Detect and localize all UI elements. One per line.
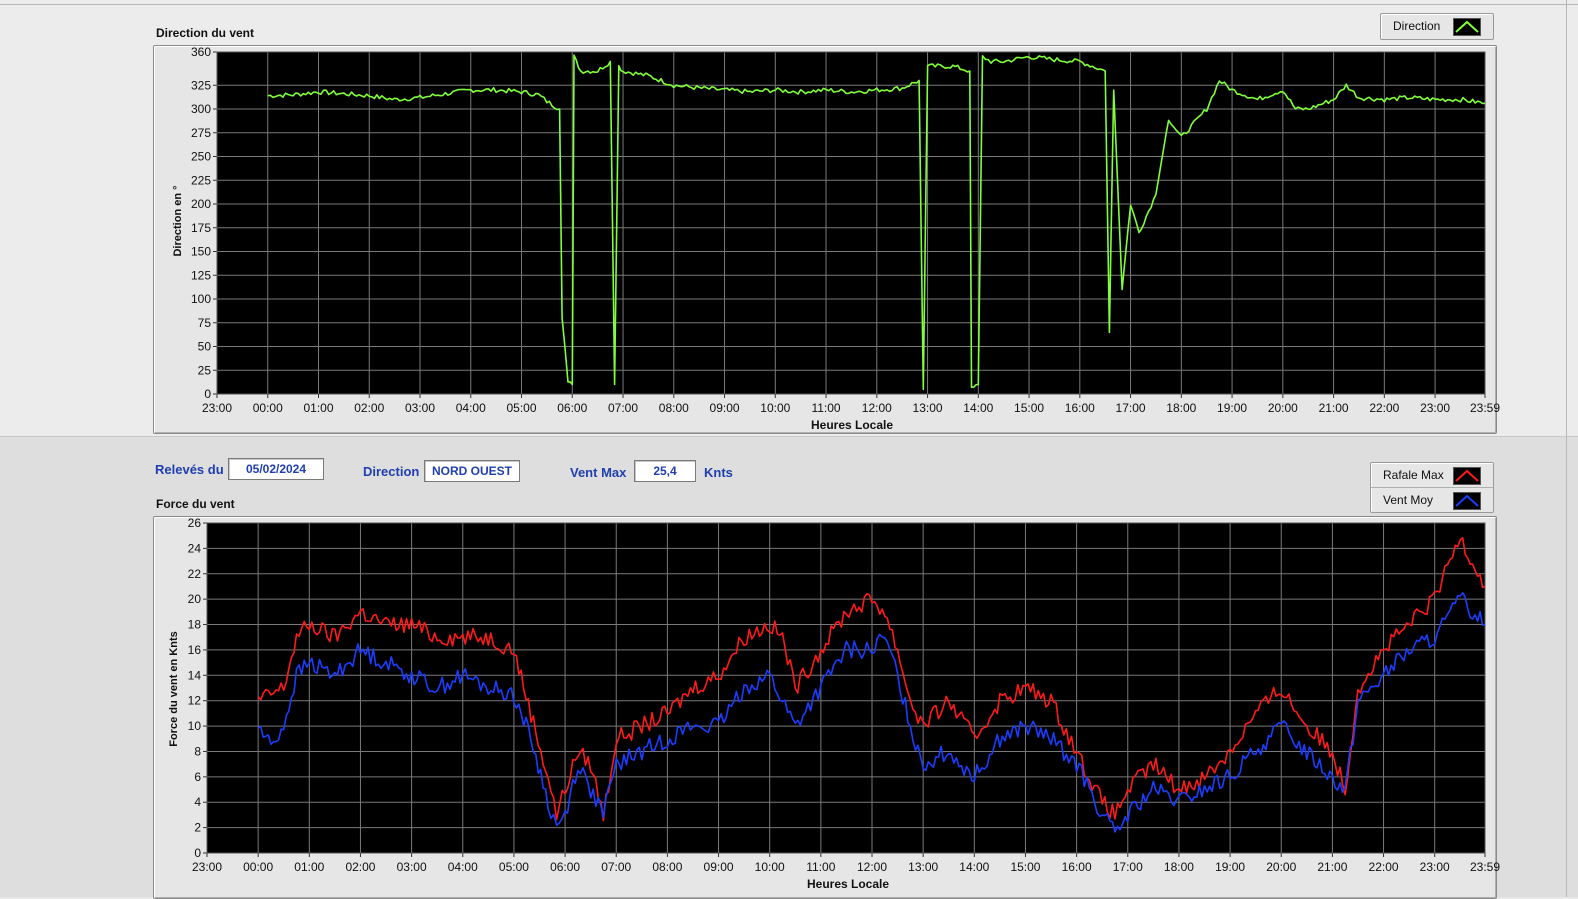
direction-y-tick-label: 275 (191, 126, 211, 140)
force-x-tick-label: 10:00 (755, 860, 785, 874)
force-x-tick-label: 17:00 (1113, 860, 1143, 874)
direction-x-tick-label: 13:00 (913, 401, 943, 415)
direction-x-tick-label: 11:00 (811, 401, 840, 415)
direction-y-tick-label: 0 (204, 387, 211, 401)
force-y-tick-label: 24 (188, 541, 202, 555)
force-y-tick-label: 2 (194, 821, 201, 835)
force-x-tick-label: 02:00 (345, 860, 375, 874)
direction-x-tick-label: 14:00 (963, 401, 993, 415)
force-x-tick-label: 09:00 (704, 860, 734, 874)
direction-x-tick-label: 05:00 (507, 401, 537, 415)
force-x-tick-label: 20:00 (1266, 860, 1296, 874)
force-x-tick-label: 22:00 (1369, 860, 1399, 874)
force-x-tick-label: 11:00 (806, 860, 835, 874)
force-x-tick-label: 18:00 (1164, 860, 1194, 874)
direction-x-tick-label: 08:00 (659, 401, 689, 415)
force-x-tick-label: 13:00 (908, 860, 938, 874)
direction-x-tick-label: 10:00 (760, 401, 790, 415)
force-x-tick-label: 16:00 (1062, 860, 1092, 874)
direction-x-tick-label: 23:00 (1420, 401, 1450, 415)
force-x-tick-label: 01:00 (294, 860, 324, 874)
direction-x-tick-label: 21:00 (1319, 401, 1349, 415)
direction-y-tick-label: 25 (198, 363, 212, 377)
force-y-tick-label: 10 (188, 719, 202, 733)
direction-x-tick-label: 17:00 (1116, 401, 1146, 415)
direction-x-tick-label: 12:00 (862, 401, 892, 415)
force-x-tick-label: 21:00 (1317, 860, 1347, 874)
force-x-tick-label: 00:00 (243, 860, 273, 874)
force-y-tick-label: 6 (194, 770, 201, 784)
force-x-tick-label: 23:59 (1470, 860, 1500, 874)
direction-y-tick-label: 225 (191, 173, 211, 187)
direction-x-tick-label: 16:00 (1065, 401, 1095, 415)
direction-x-tick-label: 06:00 (557, 401, 587, 415)
direction-x-tick-label: 02:00 (354, 401, 384, 415)
force-x-tick-label: 19:00 (1215, 860, 1245, 874)
direction-y-tick-label: 75 (198, 316, 212, 330)
force-x-tick-label: 08:00 (652, 860, 682, 874)
force-y-tick-label: 18 (188, 618, 202, 632)
force-y-tick-label: 22 (188, 567, 202, 581)
force-y-tick-label: 12 (188, 694, 202, 708)
direction-x-tick-label: 19:00 (1217, 401, 1247, 415)
direction-y-tick-label: 360 (191, 45, 211, 59)
direction-x-tick-label: 04:00 (456, 401, 486, 415)
force-x-tick-label: 15:00 (1010, 860, 1040, 874)
force-y-tick-label: 20 (188, 592, 202, 606)
force-x-tick-label: 23:00 (1420, 860, 1450, 874)
direction-x-tick-label: 15:00 (1014, 401, 1044, 415)
charts-layer: 23:00 00:00 01:00 02:00 03:00 04:00 05:00 06:00… (188, 45, 1501, 874)
direction-x-tick-label: 07:00 (608, 401, 638, 415)
force-x-tick-label: 05:00 (499, 860, 529, 874)
direction-x-tick-label: 01:00 (303, 401, 333, 415)
direction-x-tick-label: 18:00 (1166, 401, 1196, 415)
direction-y-tick-label: 100 (191, 292, 211, 306)
direction-x-tick-label: 09:00 (710, 401, 740, 415)
direction-y-tick-label: 150 (191, 245, 211, 259)
force-x-tick-label: 07:00 (601, 860, 631, 874)
force-y-tick-label: 16 (188, 643, 202, 657)
direction-y-tick-label: 175 (191, 221, 211, 235)
direction-y-tick-label: 200 (191, 197, 211, 211)
direction-x-tick-label: 22:00 (1369, 401, 1399, 415)
direction-y-tick-label: 125 (191, 268, 211, 282)
force-y-tick-label: 8 (194, 744, 201, 758)
direction-x-tick-label: 23:00 (202, 401, 232, 415)
direction-x-tick-label: 20:00 (1268, 401, 1298, 415)
direction-x-tick-label: 03:00 (405, 401, 435, 415)
force-y-tick-label: 4 (194, 795, 201, 809)
force-x-tick-label: 06:00 (550, 860, 580, 874)
force-plot-area (207, 523, 1485, 853)
direction-x-tick-label: 00:00 (253, 401, 283, 415)
direction-x-tick-label: 23:59 (1470, 401, 1500, 415)
direction-y-tick-label: 300 (191, 102, 211, 116)
direction-y-tick-label: 50 (198, 340, 212, 354)
force-x-tick-label: 03:00 (397, 860, 427, 874)
direction-y-tick-label: 250 (191, 150, 211, 164)
direction-plot-area (217, 52, 1485, 394)
force-y-tick-label: 0 (194, 846, 201, 860)
force-y-tick-label: 14 (188, 668, 202, 682)
direction-y-tick-label: 325 (191, 78, 211, 92)
force-y-tick-label: 26 (188, 516, 202, 530)
force-x-tick-label: 04:00 (448, 860, 478, 874)
force-x-tick-label: 14:00 (959, 860, 989, 874)
force-x-tick-label: 12:00 (857, 860, 887, 874)
force-x-tick-label: 23:00 (192, 860, 222, 874)
